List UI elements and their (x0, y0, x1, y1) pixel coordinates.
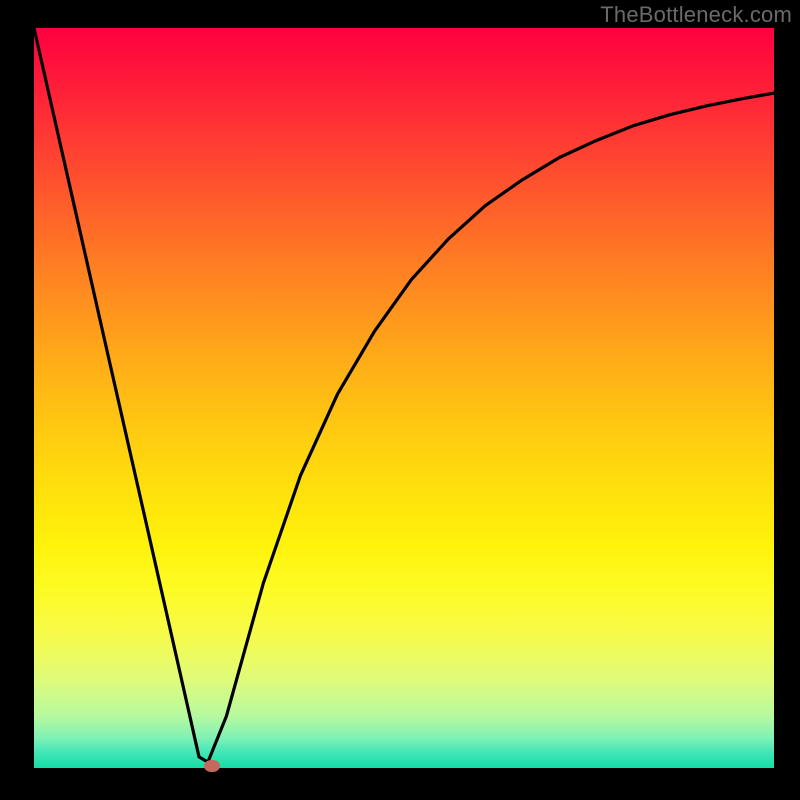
chart-marker (204, 760, 220, 772)
chart-frame: TheBottleneck.com (0, 0, 800, 800)
watermark-label: TheBottleneck.com (600, 2, 792, 28)
plot-background (34, 28, 774, 768)
